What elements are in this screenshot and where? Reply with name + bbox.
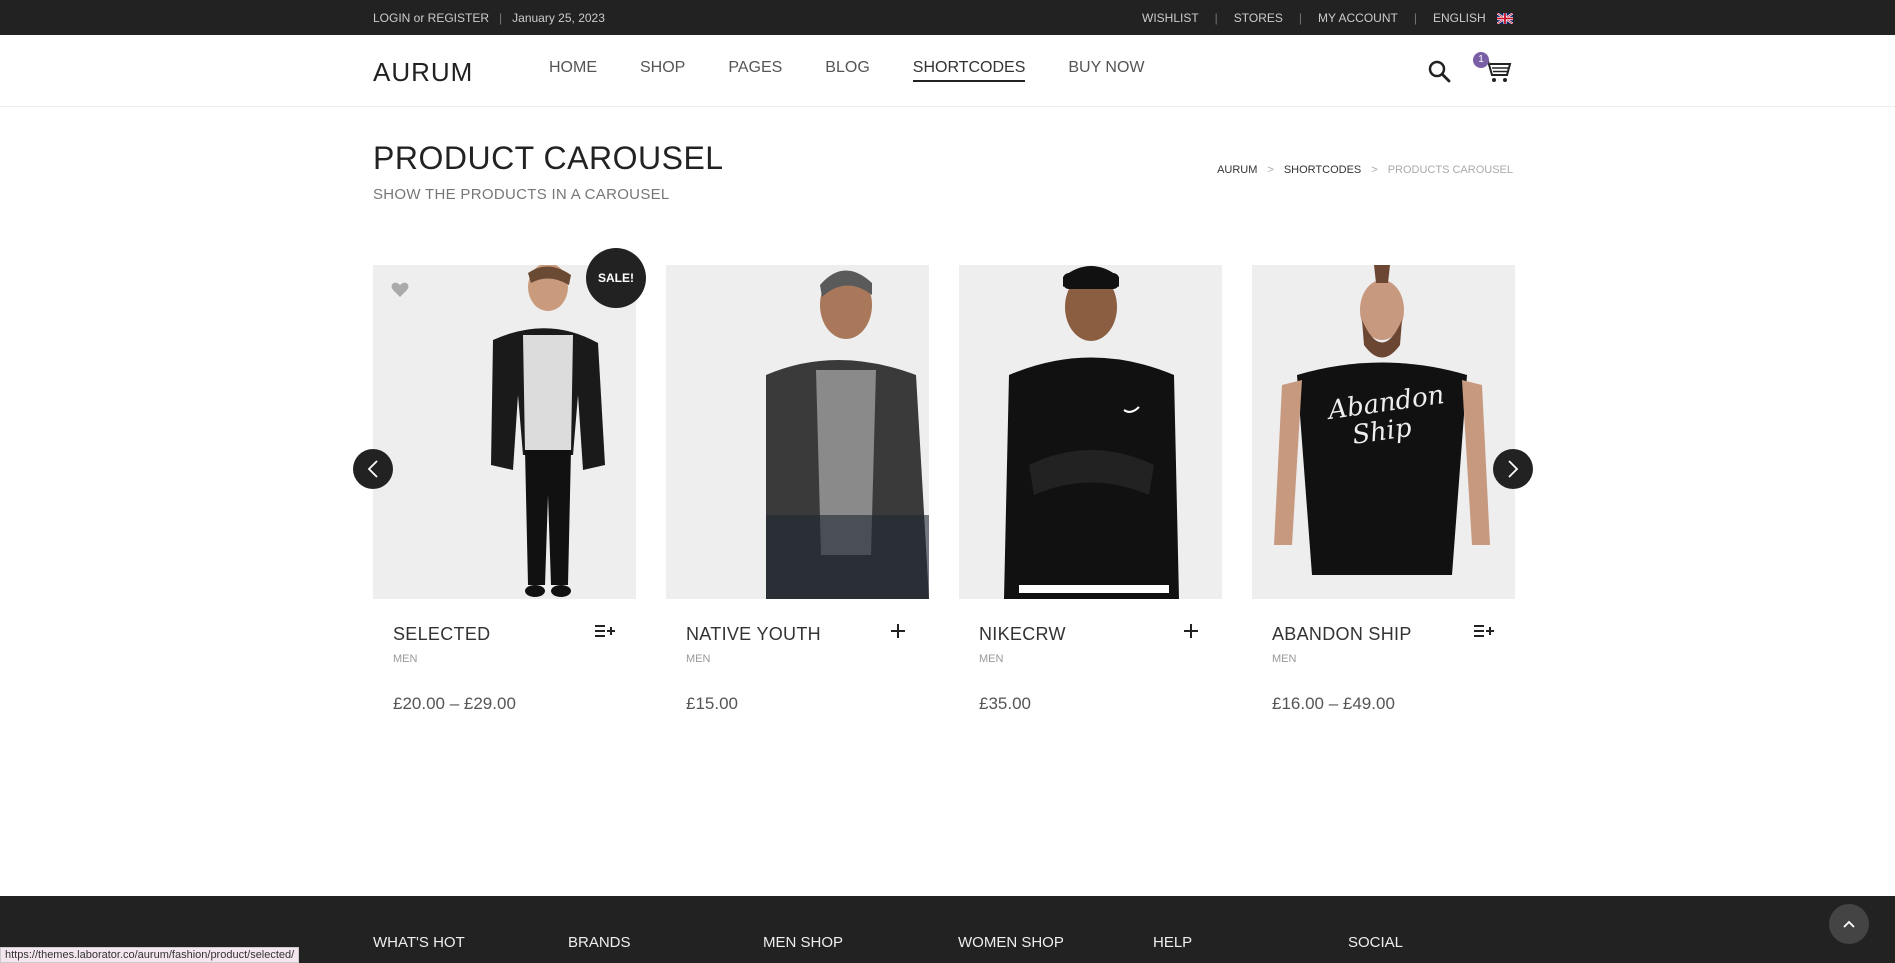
- product-name[interactable]: NATIVE YOUTH: [686, 624, 821, 645]
- product-photo: [666, 265, 929, 599]
- separator: |: [1298, 10, 1303, 25]
- page-subtitle: SHOW THE PRODUCTS IN A CAROUSEL: [373, 186, 670, 203]
- footer-heading-men-shop: MEN SHOP: [763, 934, 844, 951]
- sale-badge: SALE!: [586, 248, 646, 308]
- product-card: Abandon Ship ABANDON SHIP MEN £16.00 – £4…: [1252, 265, 1515, 729]
- chevron-left-icon: [367, 460, 378, 478]
- product-image[interactable]: Abandon Ship: [1252, 265, 1515, 599]
- product-image[interactable]: [373, 265, 636, 599]
- nav-buy-now[interactable]: BUY NOW: [1068, 59, 1144, 82]
- carousel-prev-button[interactable]: [353, 449, 393, 489]
- nav-shop[interactable]: SHOP: [640, 59, 685, 82]
- select-options-icon[interactable]: [1473, 621, 1495, 641]
- my-account-link[interactable]: MY ACCOUNT: [1318, 11, 1398, 25]
- nav-pages[interactable]: PAGES: [728, 59, 782, 82]
- product-info: ABANDON SHIP MEN £16.00 – £49.00: [1252, 599, 1515, 729]
- separator: |: [499, 10, 503, 25]
- top-bar-right: WISHLIST | STORES | MY ACCOUNT | ENGLISH: [1142, 0, 1513, 35]
- product-image[interactable]: [666, 265, 929, 599]
- site-logo[interactable]: AURUM: [373, 57, 473, 88]
- separator: |: [1214, 10, 1218, 25]
- main-header: AURUM HOME SHOP PAGES BLOG SHORTCODES BU…: [0, 35, 1895, 107]
- language-selector[interactable]: ENGLISH: [1433, 11, 1513, 25]
- carousel-next-button[interactable]: [1493, 449, 1533, 489]
- add-to-cart-icon[interactable]: [1180, 621, 1202, 641]
- scroll-to-top-button[interactable]: [1829, 904, 1869, 944]
- breadcrumb-arrow: >: [1371, 164, 1378, 176]
- product-price: £20.00 – £29.00: [393, 694, 516, 713]
- browser-status-url: https://themes.laborator.co/aurum/fashio…: [0, 947, 300, 963]
- product-name[interactable]: SELECTED: [393, 624, 490, 645]
- product-info: NATIVE YOUTH MEN £15.00: [666, 599, 929, 729]
- footer-heading-whats-hot: WHAT'S HOT: [373, 934, 465, 951]
- wishlist-heart-icon[interactable]: [391, 282, 409, 298]
- breadcrumb-arrow: >: [1267, 164, 1274, 176]
- product-card: SELECTED MEN £20.00 – £29.00: [373, 265, 636, 729]
- uk-flag-icon: [1497, 12, 1513, 24]
- cart-count-badge: 1: [1473, 52, 1489, 68]
- product-info: SELECTED MEN £20.00 – £29.00: [373, 599, 636, 729]
- product-price: £16.00 – £49.00: [1272, 694, 1395, 713]
- product-category[interactable]: MEN: [393, 653, 417, 665]
- product-category[interactable]: MEN: [979, 653, 1003, 665]
- login-register-link[interactable]: LOGIN or REGISTER: [373, 11, 489, 25]
- product-price: £35.00: [979, 694, 1031, 713]
- product-image[interactable]: [959, 265, 1222, 599]
- product-name[interactable]: NIKECRW: [979, 624, 1066, 645]
- product-info: NIKECRW MEN £35.00: [959, 599, 1222, 729]
- breadcrumb-home[interactable]: AURUM: [1217, 164, 1257, 176]
- product-name[interactable]: ABANDON SHIP: [1272, 624, 1412, 645]
- breadcrumb-shortcodes[interactable]: SHORTCODES: [1284, 164, 1361, 176]
- breadcrumb: AURUM > SHORTCODES > PRODUCTS CAROUSEL: [1217, 164, 1513, 176]
- product-carousel: SELECTED MEN £20.00 – £29.00 NATIVE YOUT…: [373, 265, 1515, 735]
- nav-home[interactable]: HOME: [549, 59, 597, 82]
- date-text: January 25, 2023: [512, 10, 605, 25]
- nav-shortcodes[interactable]: SHORTCODES: [912, 59, 1026, 82]
- separator: |: [1413, 10, 1417, 25]
- top-bar-left: LOGIN or REGISTER | January 25, 2023: [373, 0, 605, 35]
- product-card: NIKECRW MEN £35.00: [959, 265, 1222, 729]
- wishlist-link[interactable]: WISHLIST: [1142, 11, 1199, 25]
- footer-columns: WHAT'S HOT BRANDS MEN SHOP WOMEN SHOP HE…: [373, 934, 1543, 951]
- breadcrumb-current: PRODUCTS CAROUSEL: [1387, 164, 1513, 176]
- main-nav: HOME SHOP PAGES BLOG SHORTCODES BUY NOW: [549, 59, 1145, 82]
- top-bar: LOGIN or REGISTER | January 25, 2023 WIS…: [0, 0, 1895, 35]
- chevron-right-icon: [1508, 460, 1519, 478]
- footer-heading-social: SOCIAL: [1348, 934, 1404, 951]
- chevron-up-icon: [1843, 920, 1855, 928]
- footer-heading-brands: BRANDS: [568, 934, 631, 951]
- add-to-cart-icon[interactable]: [887, 621, 909, 641]
- search-icon[interactable]: [1427, 59, 1451, 83]
- product-category[interactable]: MEN: [1272, 653, 1296, 665]
- footer-heading-help: HELP: [1153, 934, 1193, 951]
- select-options-icon[interactable]: [594, 621, 616, 641]
- stores-link[interactable]: STORES: [1234, 11, 1283, 25]
- nav-blog[interactable]: BLOG: [825, 59, 869, 82]
- product-photo: [373, 265, 636, 599]
- product-price: £15.00: [686, 694, 738, 713]
- footer-heading-women-shop: WOMEN SHOP: [958, 934, 1064, 951]
- product-card: NATIVE YOUTH MEN £15.00: [666, 265, 929, 729]
- page-title: PRODUCT CAROUSEL: [373, 140, 724, 176]
- product-category[interactable]: MEN: [686, 653, 710, 665]
- product-photo: [959, 265, 1222, 599]
- language-label: ENGLISH: [1432, 10, 1486, 25]
